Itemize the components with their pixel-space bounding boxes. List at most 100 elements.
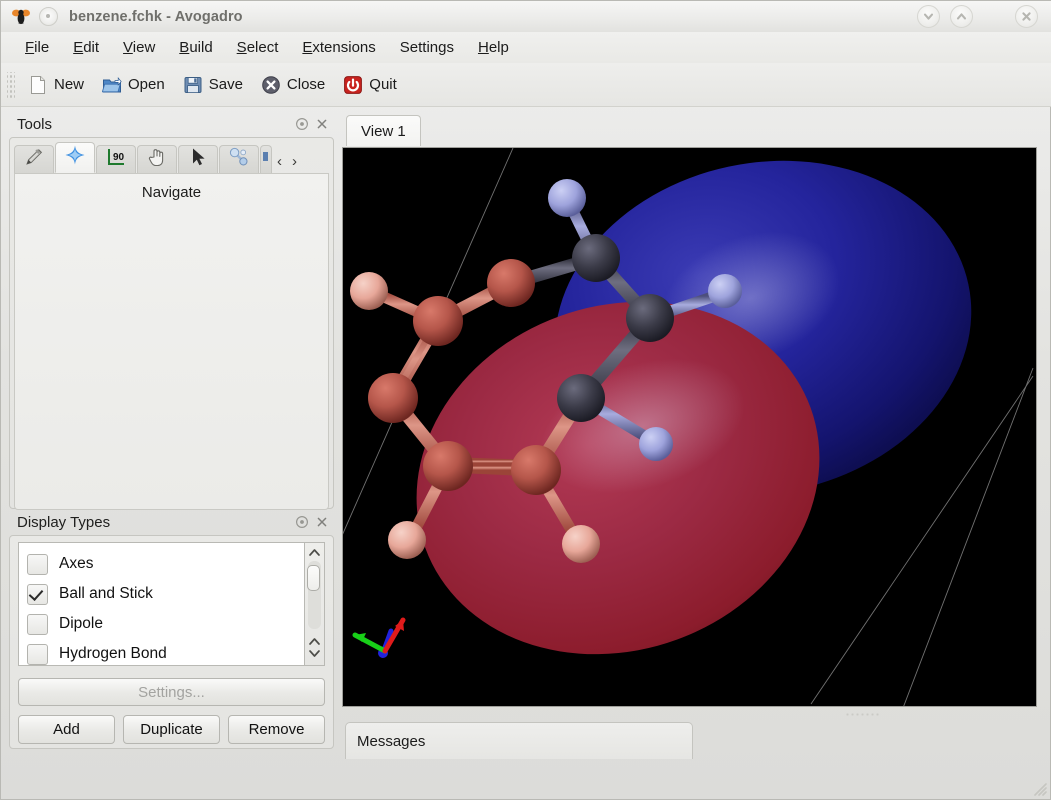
menu-extensions[interactable]: Extensions (290, 36, 387, 59)
avogadro-logo-icon (11, 7, 31, 27)
tool-tabbar: 90 ‹ › (14, 142, 329, 174)
menu-help[interactable]: Help (466, 36, 521, 59)
carbon-atom (626, 294, 674, 342)
window-titlebar: benzene.fchk - Avogadro (1, 1, 1051, 33)
open-button[interactable]: Open (93, 71, 174, 99)
new-button-label: New (54, 76, 85, 93)
power-button-icon (343, 75, 363, 95)
window-controls (917, 5, 1051, 28)
tool-tabs-scroll-prev[interactable]: ‹ (277, 154, 282, 169)
scrollbar-track[interactable] (307, 561, 321, 629)
tools-panel-title: Tools (17, 115, 53, 133)
angle-90-icon: 90 (105, 146, 127, 173)
carbon-atom (423, 441, 473, 491)
carbon-atom (511, 445, 561, 495)
display-settings-button[interactable]: Settings... (18, 678, 325, 706)
close-button-label: Close (286, 76, 326, 93)
hydrogen-atom (562, 525, 600, 563)
hydrogen-atom (388, 521, 426, 559)
hydrogen-atom (639, 427, 673, 461)
menu-settings[interactable]: Settings (388, 36, 466, 59)
new-document-icon (28, 75, 48, 95)
scrollbar-thumb[interactable] (307, 565, 320, 591)
dipole-label: Dipole (59, 615, 103, 632)
menu-file[interactable]: File (13, 36, 61, 59)
display-types-title: Display Types (17, 513, 111, 531)
menu-view[interactable]: View (111, 36, 167, 59)
floppy-disk-icon (183, 75, 203, 95)
avogadro-main-window: benzene.fchk - Avogadro File Edit View B… (0, 0, 1051, 800)
navigate-star-icon (64, 144, 86, 171)
pencil-icon (23, 146, 45, 173)
hydrogen-atom (548, 179, 586, 217)
resize-grip-icon[interactable] (1031, 780, 1047, 796)
dipole-checkbox[interactable] (27, 613, 48, 635)
hydrogen-bond-checkbox[interactable] (27, 643, 48, 665)
bond-molecule-icon (228, 146, 250, 173)
list-item[interactable]: Dipole (19, 609, 304, 639)
select-tool-tab[interactable] (178, 145, 218, 173)
display-types-list-wrapper: Axes Ball and Stick Dipole Hydrogen Bond (18, 542, 325, 666)
list-item[interactable]: Axes (19, 549, 304, 579)
tools-close-icon[interactable] (314, 116, 330, 132)
maximize-button[interactable] (950, 5, 973, 28)
axes-label: Axes (59, 555, 94, 572)
axes-checkbox[interactable] (27, 553, 48, 575)
carbon-atom (487, 259, 535, 307)
add-button[interactable]: Add (18, 715, 115, 744)
tool-tabs-scroll-next[interactable]: › (292, 154, 297, 169)
carbon-atom (557, 374, 605, 422)
list-item[interactable]: Hydrogen Bond (19, 639, 304, 665)
navigate-tool-tab[interactable] (55, 142, 95, 173)
arrow-cursor-icon (187, 146, 209, 173)
molecular-3d-viewport[interactable] (342, 147, 1037, 707)
tab-messages[interactable]: Messages (345, 722, 693, 759)
new-button[interactable]: New (19, 71, 93, 99)
display-types-scrollbar[interactable] (304, 542, 325, 666)
hydrogen-bond-label: Hydrogen Bond (59, 645, 167, 662)
open-button-label: Open (128, 76, 165, 93)
hydrogen-atom (350, 272, 388, 310)
splitter-handle[interactable] (845, 712, 879, 717)
tools-panel-body: 90 ‹ › Navigate (9, 137, 334, 510)
partial-tool-icon (261, 146, 271, 173)
close-circle-icon (261, 75, 281, 95)
display-types-list[interactable]: Axes Ball and Stick Dipole Hydrogen Bond (18, 542, 304, 666)
tab-view-1[interactable]: View 1 (346, 115, 421, 146)
close-button[interactable] (1015, 5, 1038, 28)
display-types-undock-icon[interactable] (294, 514, 310, 530)
duplicate-button[interactable]: Duplicate (123, 715, 220, 744)
save-button[interactable]: Save (174, 71, 252, 99)
ball-and-stick-checkbox[interactable] (27, 583, 48, 605)
scroll-up-arrow-icon[interactable] (305, 543, 324, 561)
scroll-down-arrows-icon[interactable] (305, 629, 324, 665)
overflow-tool-tab[interactable] (260, 145, 272, 173)
open-folder-icon (101, 75, 122, 95)
tools-undock-icon[interactable] (294, 116, 310, 132)
quit-button[interactable]: Quit (334, 71, 406, 99)
remove-button[interactable]: Remove (228, 715, 325, 744)
display-types-titlebar: Display Types (9, 509, 334, 535)
menu-build[interactable]: Build (167, 36, 224, 59)
view-tabbar: View 1 (342, 113, 1044, 146)
close-button-toolbar[interactable]: Close (252, 71, 334, 99)
save-button-label: Save (208, 76, 243, 93)
draw-tool-tab[interactable] (14, 145, 54, 173)
menu-edit[interactable]: Edit (61, 36, 111, 59)
list-item[interactable]: Ball and Stick (19, 579, 304, 609)
menu-select[interactable]: Select (225, 36, 291, 59)
bond-centric-tool-tab[interactable] (219, 145, 259, 173)
toolbar-drag-handle[interactable] (7, 71, 15, 98)
measure-tool-tab[interactable]: 90 (96, 145, 136, 173)
tool-tab-scroll-controls: ‹ › (277, 154, 297, 173)
display-types-button-row: Add Duplicate Remove (18, 715, 325, 744)
manipulate-tool-tab[interactable] (137, 145, 177, 173)
minimize-button[interactable] (917, 5, 940, 28)
ball-and-stick-label: Ball and Stick (59, 585, 153, 602)
menubar: File Edit View Build Select Extensions S… (1, 32, 1051, 63)
tools-dock-panel: Tools 90 ‹ › Navigate (9, 111, 334, 510)
window-title: benzene.fchk - Avogadro (69, 8, 243, 25)
carbon-atom (572, 234, 620, 282)
carbon-atom (413, 296, 463, 346)
display-types-close-icon[interactable] (314, 514, 330, 530)
